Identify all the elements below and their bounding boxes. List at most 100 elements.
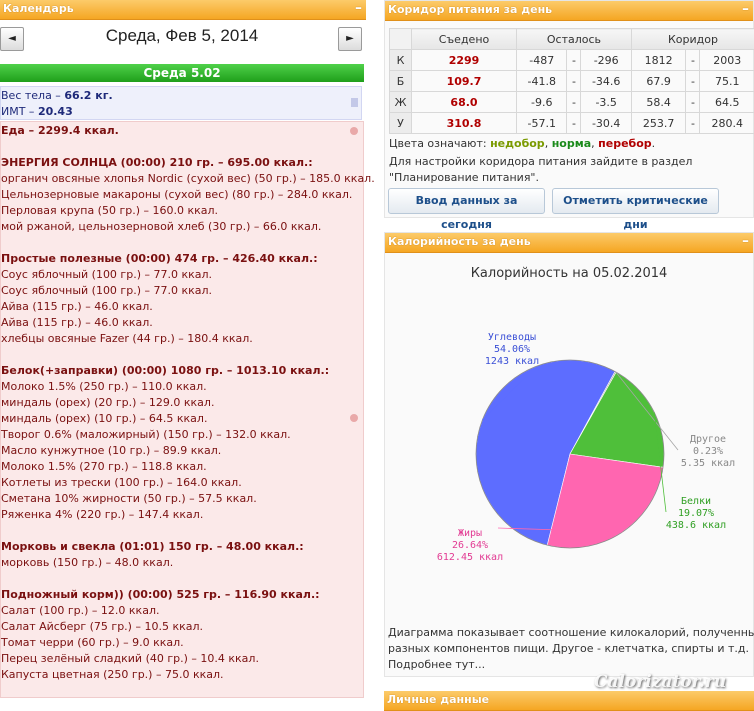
food-item: Цельнозерновые макароны (сухой вес) (80 … bbox=[1, 188, 352, 201]
left-min-value: -41.8 bbox=[517, 71, 567, 92]
dash: - bbox=[686, 92, 700, 113]
corridor-max-value: 64.5 bbox=[700, 92, 754, 113]
info-line-1: Для настройки коридора питания зайдите в… bbox=[389, 155, 692, 168]
watermark-logo: Calorizator.ru bbox=[594, 672, 726, 692]
food-item: Салат (100 гр.) – 12.0 ккал. bbox=[1, 604, 159, 617]
eaten-value: 310.8 bbox=[412, 113, 517, 134]
pie-label-value-label: 438.6 ккал bbox=[666, 520, 726, 531]
legend-sep: , bbox=[545, 137, 552, 150]
food-item: хлебцы овсяные Fazer (44 гр.) – 180.4 кк… bbox=[1, 332, 253, 345]
calendar-header-title: Календарь bbox=[3, 2, 74, 15]
legend-norm: норма bbox=[552, 137, 591, 150]
corridor-min-value: 58.4 bbox=[631, 92, 686, 113]
corridor-header-title: Коридор питания за день bbox=[388, 3, 552, 16]
personal-header-title: Личные данные bbox=[387, 693, 489, 706]
legend-end: . bbox=[652, 137, 656, 150]
left-min-value: -487 bbox=[517, 50, 567, 71]
day-title: Среда, Фев 5, 2014 bbox=[30, 26, 334, 46]
table-row: Ж68.0-9.6--3.558.4-64.5 bbox=[390, 92, 754, 113]
food-item: миндаль (орех) (20 гр.) – 129.0 ккал. bbox=[1, 396, 214, 409]
food-item: Сметана 10% жирности (50 гр.) – 57.5 кка… bbox=[1, 492, 257, 505]
meal-heading: Еда – 2299.4 ккал. bbox=[1, 124, 119, 137]
trash-icon[interactable] bbox=[351, 98, 358, 107]
food-item: Перловая крупа (50 гр.) – 160.0 ккал. bbox=[1, 204, 218, 217]
dash: - bbox=[686, 113, 700, 134]
left-max-value: -34.6 bbox=[581, 71, 631, 92]
dash: - bbox=[686, 71, 700, 92]
eaten-value: 2299 bbox=[412, 50, 517, 71]
calories-header-title: Калорийность за день bbox=[388, 235, 531, 248]
legend-over: перебор bbox=[598, 137, 652, 150]
col-eaten: Съедено bbox=[412, 29, 517, 50]
minimize-icon[interactable]: – bbox=[355, 0, 362, 16]
table-row: У310.8-57.1--30.4253.7-280.4 bbox=[390, 113, 754, 134]
row-label: К bbox=[390, 50, 412, 71]
next-day-button[interactable]: ► bbox=[338, 27, 362, 51]
row-label: Ж bbox=[390, 92, 412, 113]
minimize-icon[interactable]: – bbox=[742, 1, 749, 17]
calories-header: Калорийность за день – bbox=[385, 233, 753, 253]
table-row: К2299-487--2961812-2003 bbox=[390, 50, 754, 71]
calendar-panel: Календарь – ◄ Среда, Фев 5, 2014 ► Среда… bbox=[0, 0, 366, 705]
col-corridor: Коридор bbox=[631, 29, 754, 50]
selected-day-bar[interactable]: Среда 5.02 bbox=[0, 64, 364, 82]
weight-label: Вес тела – bbox=[1, 89, 64, 102]
pie-label-percent: 19.07% bbox=[678, 508, 714, 519]
corridor-min-value: 253.7 bbox=[631, 113, 686, 134]
personal-header: Личные данные bbox=[384, 691, 754, 711]
color-legend: Цвета означают: недобор, норма, перебор. bbox=[389, 137, 655, 150]
food-item: Томат черри (60 гр.) – 9.0 ккал. bbox=[1, 636, 184, 649]
table-corner bbox=[390, 29, 412, 50]
mark-critical-days-button[interactable]: Отметить критические дни bbox=[552, 188, 719, 214]
legend-under: недобор bbox=[490, 137, 545, 150]
corridor-min-value: 67.9 bbox=[631, 71, 686, 92]
food-item: Айва (115 гр.) – 46.0 ккал. bbox=[1, 316, 153, 329]
corridor-card: Коридор питания за день – Съедено Остало… bbox=[384, 0, 754, 218]
row-label: Б bbox=[390, 71, 412, 92]
food-item: морковь (150 гр.) – 48.0 ккал. bbox=[1, 556, 173, 569]
calorie-pie-chart: Углеводы54.06%1243 ккалДругое0.23%5.35 к… bbox=[384, 290, 754, 630]
corridor-min-value: 1812 bbox=[631, 50, 686, 71]
food-item: Перец зелёный сладкий (40 гр.) – 10.4 кк… bbox=[1, 652, 259, 665]
col-left: Осталось bbox=[517, 29, 632, 50]
food-item: мой ржаной, цельнозерновой хлеб (30 гр.)… bbox=[1, 220, 321, 233]
edit-icon[interactable] bbox=[350, 414, 358, 422]
minimize-icon[interactable]: – bbox=[742, 233, 749, 249]
left-max-value: -296 bbox=[581, 50, 631, 71]
meal-heading: Белок(+заправки) (00:00) 1080 гр. – 1013… bbox=[1, 364, 329, 377]
prev-day-button[interactable]: ◄ bbox=[0, 27, 24, 51]
dash: - bbox=[567, 50, 581, 71]
food-item: Молоко 1.5% (270 гр.) – 118.8 ккал. bbox=[1, 460, 207, 473]
food-diary: Еда – 2299.4 ккал.ЭНЕРГИЯ СОЛНЦА (00:00)… bbox=[0, 121, 364, 698]
food-item: Соус яблочный (100 гр.) – 77.0 ккал. bbox=[1, 284, 212, 297]
pie-label-percent: 0.23% bbox=[693, 446, 723, 457]
bmi-value: 20.43 bbox=[38, 105, 73, 118]
pie-label-value-label: 1243 ккал bbox=[485, 356, 539, 367]
body-metrics[interactable]: Вес тела – 66.2 кг. ИМТ – 20.43 bbox=[0, 86, 362, 120]
legend-prefix: Цвета означают: bbox=[389, 137, 490, 150]
left-max-value: -30.4 bbox=[581, 113, 631, 134]
corridor-max-value: 75.1 bbox=[700, 71, 754, 92]
left-max-value: -3.5 bbox=[581, 92, 631, 113]
chart-desc-1: Диаграмма показывает соотношение килокал… bbox=[388, 626, 754, 639]
corridor-header: Коридор питания за день – bbox=[385, 1, 753, 21]
bmi-line: ИМТ – 20.43 bbox=[1, 105, 73, 118]
food-item: Ряженка 4% (220 гр.) – 147.4 ккал. bbox=[1, 508, 203, 521]
chart-desc-3[interactable]: Подробнее тут... bbox=[388, 658, 485, 671]
pie-label-value-label: 5.35 ккал bbox=[681, 458, 735, 469]
food-item: Соус яблочный (100 гр.) – 77.0 ккал. bbox=[1, 268, 212, 281]
chart-title: Калорийность на 05.02.2014 bbox=[384, 266, 754, 281]
food-item: Котлеты из трески (100 гр.) – 164.0 ккал… bbox=[1, 476, 242, 489]
food-item: Творог 0.6% (маложирный) (150 гр.) – 132… bbox=[1, 428, 291, 441]
food-item: Айва (115 гр.) – 46.0 ккал. bbox=[1, 300, 153, 313]
pie-label-name: Углеводы bbox=[488, 332, 536, 343]
meal-heading: Простые полезные (00:00) 474 гр. – 426.4… bbox=[1, 252, 318, 265]
edit-icon[interactable] bbox=[350, 127, 358, 135]
dash: - bbox=[567, 92, 581, 113]
weight-line: Вес тела – 66.2 кг. bbox=[1, 89, 113, 102]
food-item: миндаль (орех) (10 гр.) – 64.5 ккал. bbox=[1, 412, 207, 425]
enter-today-button[interactable]: Ввод данных за сегодня bbox=[388, 188, 545, 214]
row-label: У bbox=[390, 113, 412, 134]
food-item: Салат Айсберг (75 гр.) – 10.5 ккал. bbox=[1, 620, 203, 633]
table-header-row: Съедено Осталось Коридор bbox=[390, 29, 754, 50]
